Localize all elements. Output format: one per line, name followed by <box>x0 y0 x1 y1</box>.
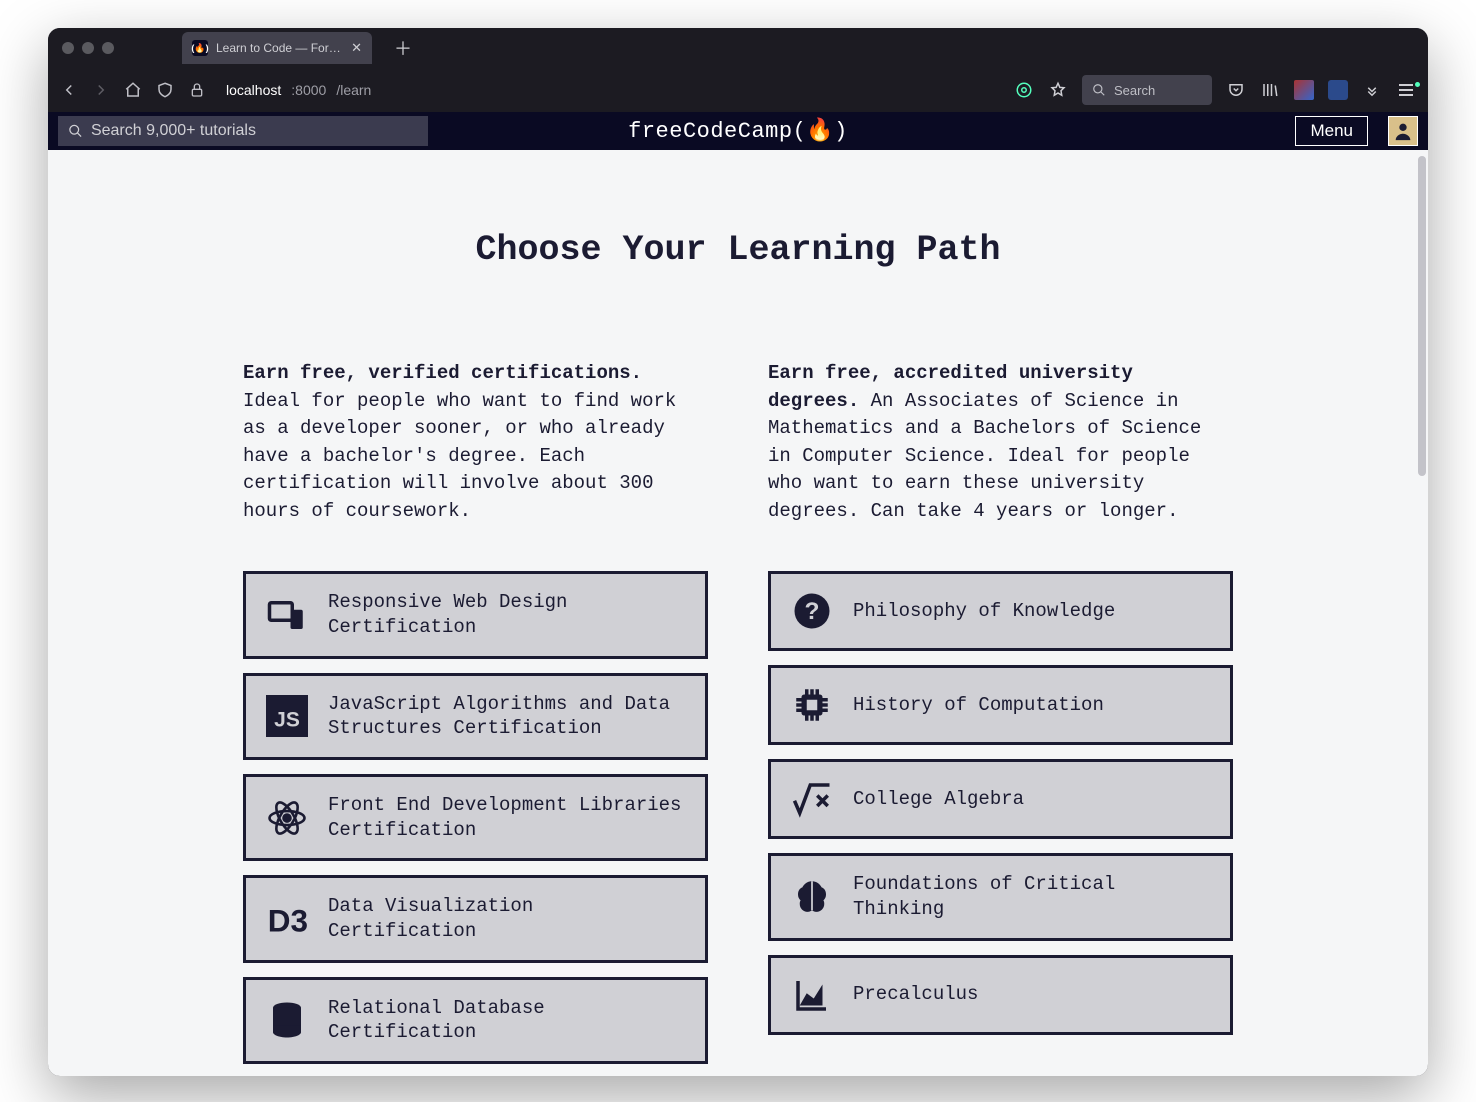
certifications-column: Earn free, verified certifications. Idea… <box>243 360 708 1076</box>
new-tab-button[interactable]: ＋ <box>394 35 412 61</box>
degree-card-label: College Algebra <box>853 787 1024 812</box>
certification-card-0[interactable]: Responsive Web Design Certification <box>243 571 708 658</box>
profile-icon[interactable] <box>1328 80 1348 100</box>
site-search[interactable] <box>58 116 428 146</box>
circle-icon[interactable] <box>1014 81 1034 99</box>
fire-icon: (🔥) <box>793 118 848 144</box>
browser-search-placeholder: Search <box>1114 83 1155 98</box>
svg-text:JS: JS <box>274 709 300 732</box>
certification-card-label: Relational Database Certification <box>328 996 685 1045</box>
account-avatar[interactable] <box>1294 80 1314 100</box>
forward-button[interactable] <box>92 81 110 99</box>
certification-card-label: JavaScript Algorithms and Data Structure… <box>328 692 685 741</box>
certification-card-1[interactable]: JS JavaScript Algorithms and Data Structu… <box>243 673 708 760</box>
avatar-icon <box>1392 120 1414 142</box>
cpu-icon <box>791 684 833 726</box>
tab-favicon: (🔥) <box>192 40 208 56</box>
traffic-light-minimize[interactable] <box>82 42 94 54</box>
lock-icon[interactable] <box>188 81 206 99</box>
certification-card-label: Data Visualization Certification <box>328 894 685 943</box>
traffic-light-zoom[interactable] <box>102 42 114 54</box>
degree-card-2[interactable]: College Algebra <box>768 759 1233 839</box>
brain-icon <box>791 876 833 918</box>
menu-button[interactable]: Menu <box>1295 116 1368 146</box>
library-icon[interactable] <box>1260 81 1280 99</box>
question-icon: ? <box>791 590 833 632</box>
svg-text:?: ? <box>805 598 820 625</box>
app-menu-icon[interactable] <box>1396 89 1416 91</box>
window-titlebar: (🔥) Learn to Code — For Free — Co ✕ ＋ <box>48 28 1428 68</box>
page-content: Choose Your Learning Path Earn free, ver… <box>48 150 1428 1076</box>
certifications-lead: Earn free, verified certifications. Idea… <box>243 360 708 525</box>
react-icon <box>266 797 308 839</box>
browser-search[interactable]: Search <box>1082 75 1212 105</box>
certification-card-label: Front End Development Libraries Certific… <box>328 793 685 842</box>
back-button[interactable] <box>60 81 78 99</box>
degree-card-1[interactable]: History of Computation <box>768 665 1233 745</box>
certification-card-4[interactable]: Relational Database Certification <box>243 977 708 1064</box>
site-logo-text: freeCodeCamp <box>628 119 792 144</box>
degree-card-label: Foundations of Critical Thinking <box>853 872 1210 921</box>
degree-card-label: Philosophy of Knowledge <box>853 599 1115 624</box>
scrollbar-thumb[interactable] <box>1418 156 1426 476</box>
url-port: :8000 <box>291 82 326 98</box>
d3-icon: D3 <box>266 898 308 940</box>
degree-card-3[interactable]: Foundations of Critical Thinking <box>768 853 1233 940</box>
shield-icon[interactable] <box>156 81 174 99</box>
browser-window: (🔥) Learn to Code — For Free — Co ✕ ＋ lo… <box>48 28 1428 1076</box>
degree-card-4[interactable]: Precalculus <box>768 955 1233 1035</box>
overflow-icon[interactable] <box>1362 81 1382 99</box>
degree-card-0[interactable]: ? Philosophy of Knowledge <box>768 571 1233 651</box>
area-icon <box>791 974 833 1016</box>
js-icon: JS <box>266 695 308 737</box>
traffic-light-close[interactable] <box>62 42 74 54</box>
search-icon <box>68 123 83 139</box>
certification-card-label: Responsive Web Design Certification <box>328 590 685 639</box>
sqrt-icon <box>791 778 833 820</box>
search-icon <box>1092 83 1106 97</box>
certification-card-3[interactable]: D3 Data Visualization Certification <box>243 875 708 962</box>
browser-tab[interactable]: (🔥) Learn to Code — For Free — Co ✕ <box>182 32 372 64</box>
url-bar[interactable]: localhost :8000/learn <box>226 82 371 98</box>
user-avatar[interactable] <box>1388 116 1418 146</box>
url-path: /learn <box>336 82 371 98</box>
certifications-body: Ideal for people who want to find work a… <box>243 390 676 522</box>
close-tab-icon[interactable]: ✕ <box>351 40 362 56</box>
bookmark-star-icon[interactable] <box>1048 81 1068 99</box>
degree-card-label: Precalculus <box>853 982 978 1007</box>
site-logo[interactable]: freeCodeCamp (🔥) <box>628 118 848 144</box>
pocket-icon[interactable] <box>1226 81 1246 99</box>
home-button[interactable] <box>124 81 142 99</box>
site-header: freeCodeCamp (🔥) Menu <box>48 112 1428 150</box>
certification-card-2[interactable]: Front End Development Libraries Certific… <box>243 774 708 861</box>
certifications-heading: Earn free, verified certifications. <box>243 362 642 384</box>
tab-title: Learn to Code — For Free — Co <box>216 41 343 55</box>
browser-toolbar: localhost :8000/learn Search <box>48 68 1428 112</box>
svg-text:D3: D3 <box>268 902 308 938</box>
devices-icon <box>266 594 308 636</box>
site-search-input[interactable] <box>91 122 418 140</box>
database-icon <box>266 999 308 1041</box>
page-title: Choose Your Learning Path <box>243 230 1233 270</box>
url-host: localhost <box>226 82 281 98</box>
degrees-lead: Earn free, accredited university degrees… <box>768 360 1233 525</box>
degrees-column: Earn free, accredited university degrees… <box>768 360 1233 1076</box>
degree-card-label: History of Computation <box>853 693 1104 718</box>
